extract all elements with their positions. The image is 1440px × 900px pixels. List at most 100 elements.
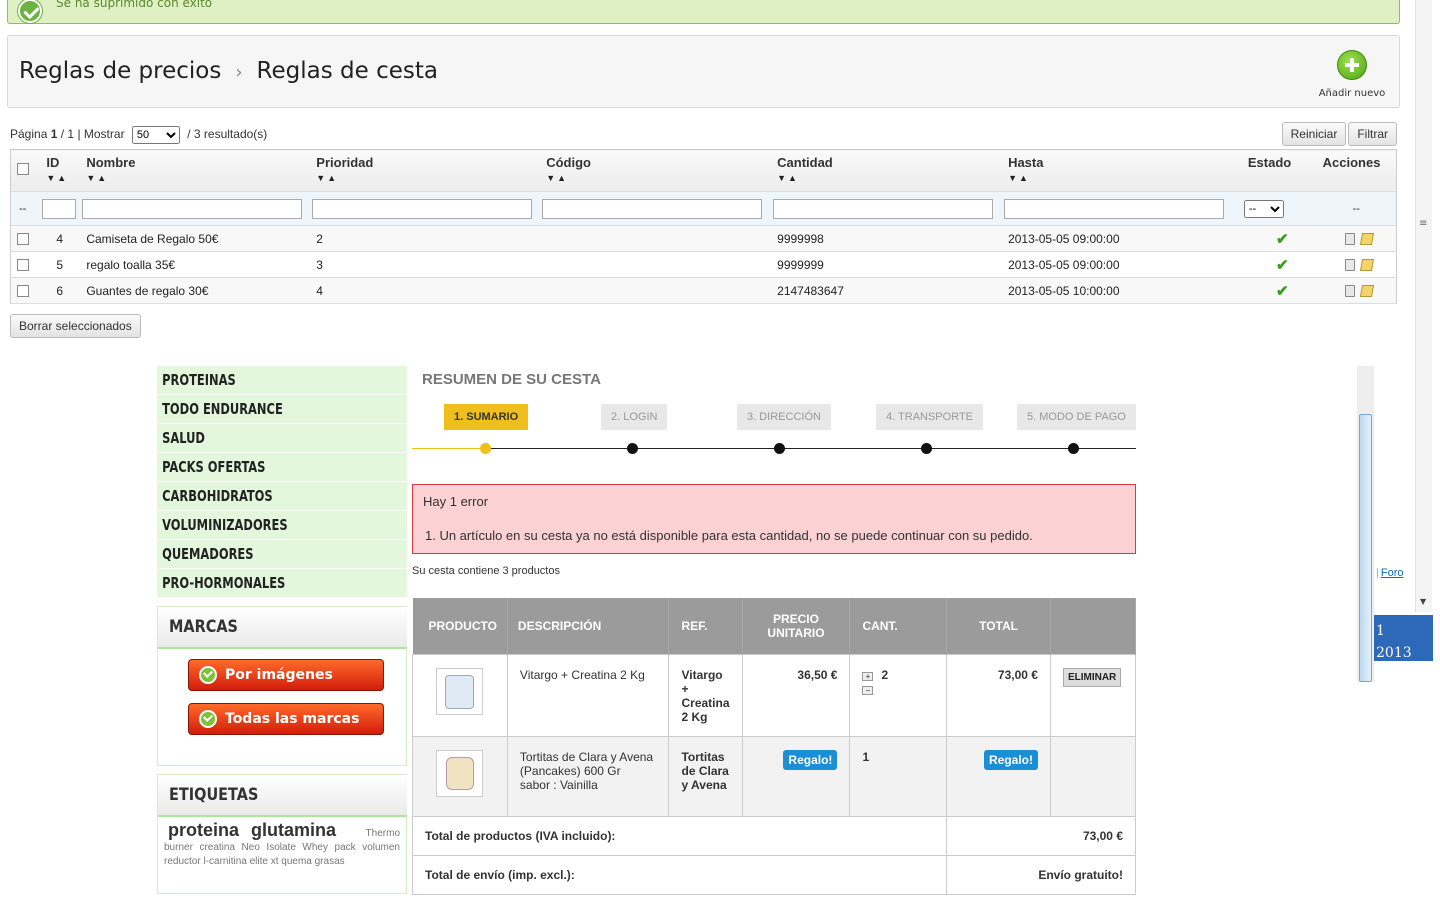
total-shipping-label: Total de envío (imp. excl.): [411, 854, 948, 895]
table-header: ID ▼▲ Nombre ▼▲ Prioridad ▼▲ Código ▼▲ Canti… [10, 149, 1397, 192]
qty-increase-button[interactable]: + [862, 671, 874, 681]
step-login[interactable]: 2. LOGIN [601, 404, 668, 430]
inner-scrollbar[interactable] [1357, 366, 1374, 682]
add-new-button[interactable]: Añadir nuevo [1317, 50, 1387, 99]
col-qty: CANT. [849, 598, 948, 654]
row-checkbox[interactable] [17, 259, 29, 272]
item-description[interactable]: Tortitas de Clara y Avena (Pancakes) 600… [520, 750, 657, 778]
filter-row: -- -- -- [10, 191, 1397, 226]
step-summary[interactable]: 1. SUMARIO [444, 404, 529, 430]
breadcrumb: Reglas de precios › Reglas de cesta [19, 58, 438, 84]
item-description-cell: Tortitas de Clara y Avena (Pancakes) 600… [506, 735, 670, 817]
forum-link[interactable]: | Foro [1376, 567, 1405, 579]
cell-code [540, 277, 772, 304]
step-shipping[interactable]: 4. TRANSPORTE [876, 404, 984, 430]
filter-id-input[interactable] [42, 198, 77, 219]
trash-icon[interactable] [1345, 233, 1356, 246]
reset-button[interactable]: Reiniciar [1281, 122, 1347, 146]
check-icon [18, 0, 42, 23]
category-item[interactable]: CARBOHIDRATOS [157, 482, 407, 511]
breadcrumb-parent[interactable]: Reglas de precios [19, 58, 221, 84]
cell-priority: 3 [310, 251, 541, 278]
table-actions: Reiniciar Filtrar [1280, 122, 1397, 146]
cell-quantity: 9999999 [771, 251, 1003, 278]
select-all-checkbox[interactable] [17, 163, 29, 175]
edit-icon[interactable] [1360, 233, 1375, 246]
sort-icon[interactable]: ▼▲ [1008, 173, 1242, 183]
cart-table: PRODUCTO DESCRIPCIÓN REF. PRECIO UNITARI… [411, 598, 1137, 895]
table-row[interactable]: 4 Camiseta de Regalo 50€ 2 9999998 2013-… [10, 225, 1397, 252]
brands-box: MARCAS Por imágenes Todas las marcas [157, 606, 408, 766]
scrollbar-thumb[interactable] [1359, 414, 1372, 682]
scroll-grip-icon[interactable]: ≡ [1419, 218, 1427, 229]
category-item[interactable]: SALUD [157, 424, 407, 453]
per-page-select[interactable]: 50 [131, 126, 180, 144]
check-icon[interactable]: ✔ [1276, 283, 1289, 300]
page-scrollbar[interactable]: ≡ ▼ [1415, 0, 1432, 612]
brands-by-image-button[interactable]: Por imágenes [188, 659, 384, 691]
check-icon[interactable]: ✔ [1276, 257, 1289, 274]
filter-button[interactable]: Filtrar [1348, 122, 1397, 146]
step-payment[interactable]: 5. MODO DE PAGO [1017, 404, 1136, 430]
product-image[interactable] [436, 667, 484, 715]
filter-until-input[interactable] [1004, 198, 1225, 219]
edit-icon[interactable] [1360, 259, 1375, 272]
col-product: PRODUCTO [412, 598, 508, 654]
scroll-down-icon[interactable]: ▼ [1420, 597, 1426, 606]
filter-code-input[interactable] [542, 198, 763, 219]
col-until: Hasta [1008, 155, 1044, 170]
check-icon[interactable]: ✔ [1276, 231, 1289, 248]
date-box-line1: 1 [1376, 623, 1385, 639]
tags-box: ETIQUETAS proteina glutamina Thermo burne… [157, 774, 408, 894]
filter-name-input[interactable] [82, 198, 303, 219]
step-node [627, 443, 638, 454]
col-actions: Acciones [1322, 155, 1381, 170]
product-image[interactable] [436, 749, 484, 797]
cell-id: 4 [40, 225, 81, 252]
remove-button[interactable]: ELIMINAR [1062, 667, 1122, 687]
edit-icon[interactable] [1360, 285, 1375, 298]
trash-icon[interactable] [1345, 285, 1356, 298]
tags-title: ETIQUETAS [158, 775, 408, 817]
row-checkbox[interactable] [17, 285, 29, 298]
add-new-label: Añadir nuevo [1318, 88, 1386, 99]
cell-until: 2013-05-05 09:00:00 [1002, 251, 1242, 278]
qty-decrease-button[interactable]: − [862, 685, 874, 695]
row-checkbox[interactable] [17, 233, 29, 246]
col-actions [1050, 598, 1137, 654]
cart-row: Tortitas de Clara y Avena (Pancakes) 600… [412, 735, 1137, 817]
table-row[interactable]: 5 regalo toalla 35€ 3 9999999 2013-05-05… [10, 251, 1397, 278]
filter-status-select[interactable]: -- [1243, 199, 1284, 218]
sort-icon[interactable]: ▼▲ [86, 173, 310, 183]
all-brands-button[interactable]: Todas las marcas [188, 703, 384, 735]
filter-quantity-input[interactable] [773, 198, 994, 219]
step-address[interactable]: 3. DIRECCIÓN [737, 404, 831, 430]
filter-priority-input[interactable] [312, 198, 533, 219]
total-products-value: 73,00 € [946, 815, 1136, 856]
error-alert: Hay 1 error 1. Un artículo en su cesta y… [412, 484, 1136, 554]
category-item[interactable]: PROTEINAS [157, 366, 407, 395]
button-label: Por imágenes [225, 667, 333, 683]
pagination: Página 1 / 1 | Mostrar 50 / 3 resultado(… [10, 126, 267, 144]
category-item[interactable]: PRO-HORMONALES [157, 569, 407, 598]
sort-icon[interactable]: ▼▲ [46, 173, 80, 183]
forum-link-text[interactable]: Foro [1381, 567, 1404, 579]
col-description: DESCRIPCIÓN [507, 598, 670, 654]
trash-icon[interactable] [1345, 259, 1356, 272]
sort-icon[interactable]: ▼▲ [546, 173, 771, 183]
delete-selected-button[interactable]: Borrar seleccionados [10, 314, 141, 338]
table-row[interactable]: 6 Guantes de regalo 30€ 4 2147483647 201… [10, 277, 1397, 304]
category-item[interactable]: VOLUMINIZADORES [157, 511, 407, 540]
category-item[interactable]: TODO ENDURANCE [157, 395, 407, 424]
tag-link[interactable]: proteina [168, 820, 239, 840]
sort-icon[interactable]: ▼▲ [316, 173, 540, 183]
success-alert: Se ha suprimido con éxito [7, 0, 1400, 24]
tag-link[interactable]: glutamina [251, 820, 336, 840]
sort-icon[interactable]: ▼▲ [777, 173, 1002, 183]
cart-summary: RESUMEN DE SU CESTA 1. SUMARIO 2. LOGIN … [407, 366, 1137, 900]
category-item[interactable]: PACKS OFERTAS [157, 453, 407, 482]
cell-priority: 4 [310, 277, 541, 304]
item-description[interactable]: Vitargo + Creatina 2 Kg [506, 653, 670, 737]
item-qty: 1 [849, 735, 948, 817]
category-item[interactable]: QUEMADORES [157, 540, 407, 569]
